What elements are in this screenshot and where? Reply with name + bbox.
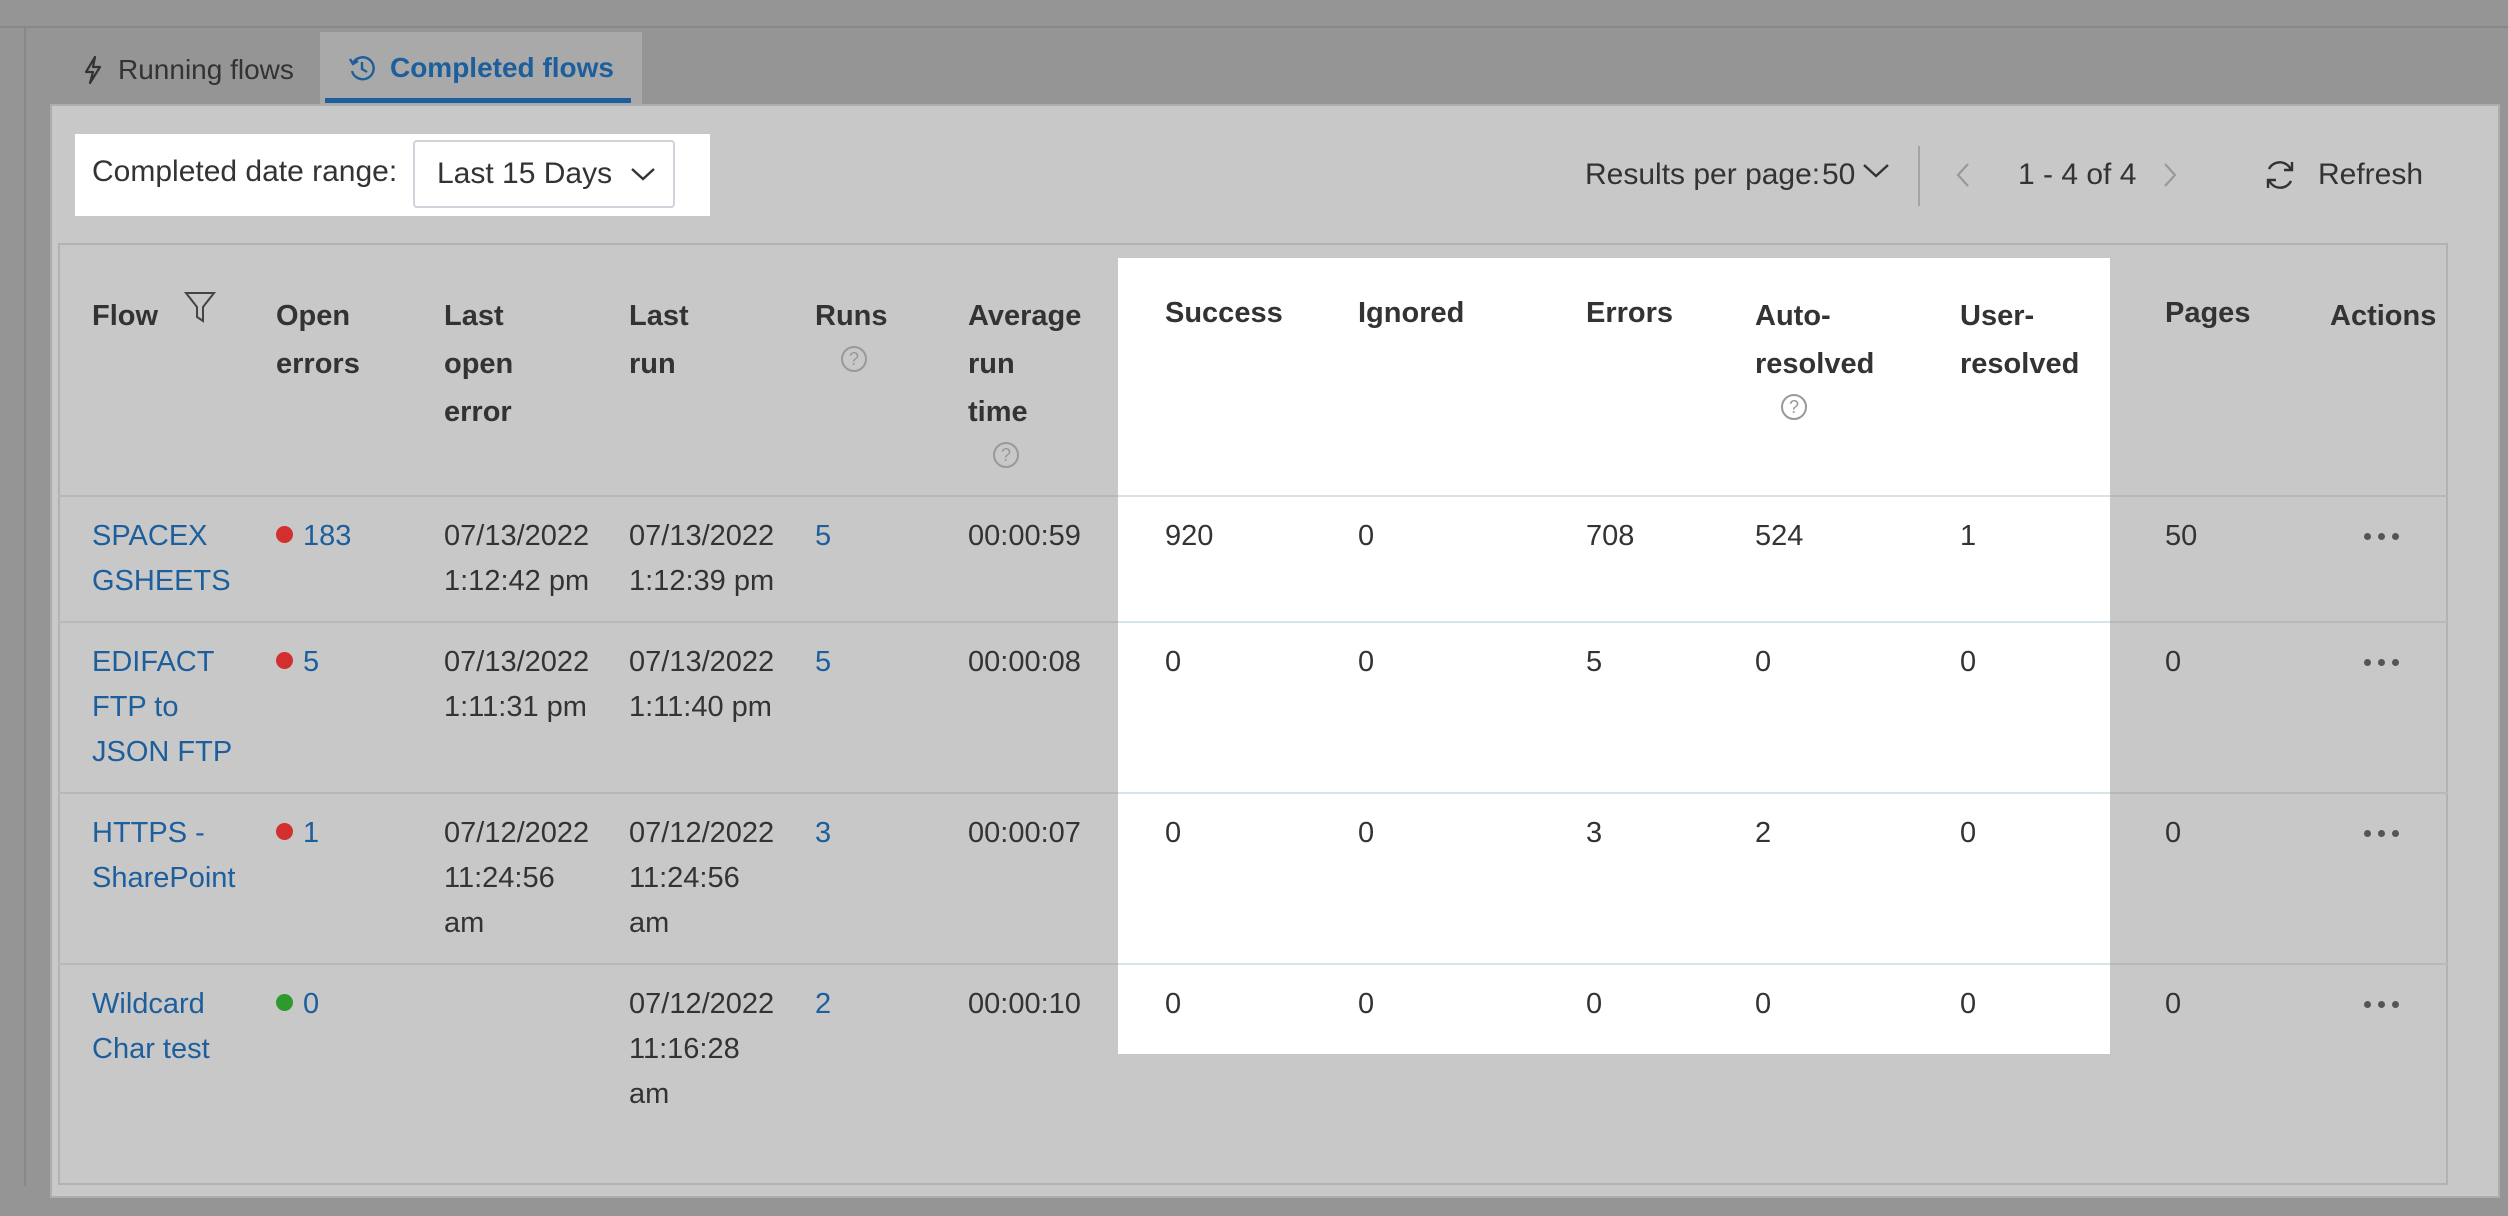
- open-errors-link[interactable]: 5: [276, 640, 319, 685]
- auto-resolved-cell: 2: [1755, 817, 1772, 849]
- ignored-cell: 0: [1358, 646, 1375, 678]
- column-header-average-run-time[interactable]: Average run time: [968, 292, 1081, 436]
- chevron-down-icon[interactable]: [1862, 162, 1890, 180]
- open-errors-link[interactable]: 0: [276, 982, 319, 1027]
- tab-running-flows[interactable]: Running flows: [82, 34, 294, 106]
- ignored-cell: 0: [1358, 520, 1375, 552]
- errors-cell: 3: [1586, 817, 1603, 849]
- date-range-value: Last 15 Days: [437, 157, 613, 190]
- column-header-success[interactable]: Success: [1165, 289, 1283, 337]
- toolbar-divider: [1918, 146, 1920, 206]
- flow-name-link[interactable]: Wildcard Char test: [92, 982, 210, 1072]
- more-actions-icon[interactable]: [2364, 1001, 2399, 1008]
- date-range-select[interactable]: Last 15 Days: [413, 140, 675, 208]
- runs-link[interactable]: 5: [815, 640, 831, 685]
- chevron-down-icon: [631, 168, 655, 181]
- more-actions-icon[interactable]: [2364, 659, 2399, 666]
- pagination-range: 1 - 4 of 4: [2018, 158, 2137, 191]
- tab-completed-flows[interactable]: Completed flows: [320, 32, 642, 104]
- last-run-cell: 07/13/2022 1:12:39 pm: [629, 520, 775, 597]
- column-header-errors[interactable]: Errors: [1586, 289, 1673, 337]
- date-range-label: Completed date range:: [92, 155, 398, 188]
- user-resolved-cell: 1: [1960, 520, 1977, 552]
- errors-cell: 0: [1586, 988, 1603, 1020]
- results-per-page-select[interactable]: 50: [1822, 158, 1855, 192]
- row-divider: [1118, 792, 2110, 794]
- row-divider: [1118, 495, 2110, 497]
- pages-cell: 0: [2165, 646, 2182, 678]
- auto-resolved-cell: 524: [1755, 520, 1804, 552]
- success-cell: 0: [1165, 817, 1182, 849]
- help-icon[interactable]: ?: [1781, 394, 1807, 420]
- frame-top-line: [0, 26, 2508, 28]
- column-header-runs[interactable]: Runs: [815, 292, 888, 340]
- toolbar-divider-line: [58, 243, 2448, 245]
- results-per-page-label: Results per page:: [1585, 158, 1821, 191]
- chevron-right-icon[interactable]: [2162, 162, 2178, 188]
- last-open-error-cell: 07/13/2022 1:11:31 pm: [444, 646, 590, 723]
- history-clock-icon: [348, 56, 375, 81]
- more-actions-icon[interactable]: [2364, 830, 2399, 837]
- frame-left-line: [24, 26, 26, 1186]
- open-errors-link[interactable]: 1: [276, 811, 319, 856]
- avg-run-time-cell: 00:00:08: [968, 646, 1081, 678]
- column-header-ignored[interactable]: Ignored: [1358, 289, 1464, 337]
- more-actions-icon[interactable]: [2364, 533, 2399, 540]
- user-resolved-cell: 0: [1960, 988, 1977, 1020]
- error-status-dot: [276, 525, 293, 543]
- refresh-button[interactable]: Refresh: [2318, 158, 2423, 192]
- error-status-dot: [276, 822, 293, 840]
- last-open-error-cell: 07/13/2022 1:12:42 pm: [444, 520, 590, 597]
- error-status-dot: [276, 651, 293, 669]
- help-icon[interactable]: ?: [993, 442, 1019, 468]
- tab-running-label: Running flows: [118, 54, 294, 85]
- chevron-left-icon[interactable]: [1955, 162, 1971, 188]
- flow-name-link[interactable]: EDIFACT FTP to JSON FTP: [92, 640, 232, 775]
- tab-completed-label: Completed flows: [389, 52, 614, 83]
- avg-run-time-cell: 00:00:10: [968, 988, 1081, 1020]
- success-cell: 0: [1165, 646, 1182, 678]
- flow-name-link[interactable]: SPACEX GSHEETS: [92, 514, 231, 604]
- errors-cell: 708: [1586, 520, 1635, 552]
- auto-resolved-cell: 0: [1755, 988, 1772, 1020]
- ignored-cell: 0: [1358, 988, 1375, 1020]
- last-run-cell: 07/12/2022 11:24:56 am: [629, 817, 775, 939]
- column-header-pages[interactable]: Pages: [2165, 289, 2250, 337]
- user-resolved-cell: 0: [1960, 646, 1977, 678]
- success-cell: 920: [1165, 520, 1214, 552]
- row-divider: [1118, 621, 2110, 623]
- ignored-cell: 0: [1358, 817, 1375, 849]
- pages-cell: 0: [2165, 988, 2182, 1020]
- row-divider: [1118, 963, 2110, 965]
- column-header-actions: Actions: [2330, 300, 2437, 332]
- active-tab-indicator: [325, 98, 631, 103]
- filter-icon[interactable]: [184, 290, 216, 324]
- success-cell: 0: [1165, 988, 1182, 1020]
- last-run-cell: 07/12/2022 11:16:28 am: [629, 988, 775, 1110]
- refresh-icon[interactable]: [2262, 157, 2298, 193]
- errors-cell: 5: [1586, 646, 1603, 678]
- ok-status-dot: [276, 993, 293, 1011]
- flow-name-link[interactable]: HTTPS - SharePoint: [92, 811, 236, 901]
- runs-link[interactable]: 5: [815, 514, 831, 559]
- avg-run-time-cell: 00:00:59: [968, 520, 1081, 552]
- last-run-cell: 07/13/2022 1:11:40 pm: [629, 646, 775, 723]
- user-resolved-cell: 0: [1960, 817, 1977, 849]
- avg-run-time-cell: 00:00:07: [968, 817, 1081, 849]
- auto-resolved-cell: 0: [1755, 646, 1772, 678]
- pages-cell: 0: [2165, 817, 2182, 849]
- pages-cell: 50: [2165, 520, 2198, 552]
- column-header-user-resolved[interactable]: User- resolved: [1960, 292, 2079, 388]
- open-errors-link[interactable]: 183: [276, 514, 351, 559]
- lightning-icon: [84, 55, 102, 85]
- runs-link[interactable]: 2: [815, 982, 831, 1027]
- help-icon[interactable]: ?: [841, 346, 867, 372]
- last-open-error-cell: 07/12/2022 11:24:56 am: [444, 817, 590, 939]
- column-header-last-open-error[interactable]: Last open error: [444, 292, 513, 436]
- runs-link[interactable]: 3: [815, 811, 831, 856]
- column-header-auto-resolved[interactable]: Auto- resolved: [1755, 292, 1874, 388]
- column-header-flow[interactable]: Flow: [92, 292, 158, 340]
- column-header-last-run[interactable]: Last run: [629, 292, 689, 388]
- column-header-open-errors[interactable]: Open errors: [276, 292, 360, 388]
